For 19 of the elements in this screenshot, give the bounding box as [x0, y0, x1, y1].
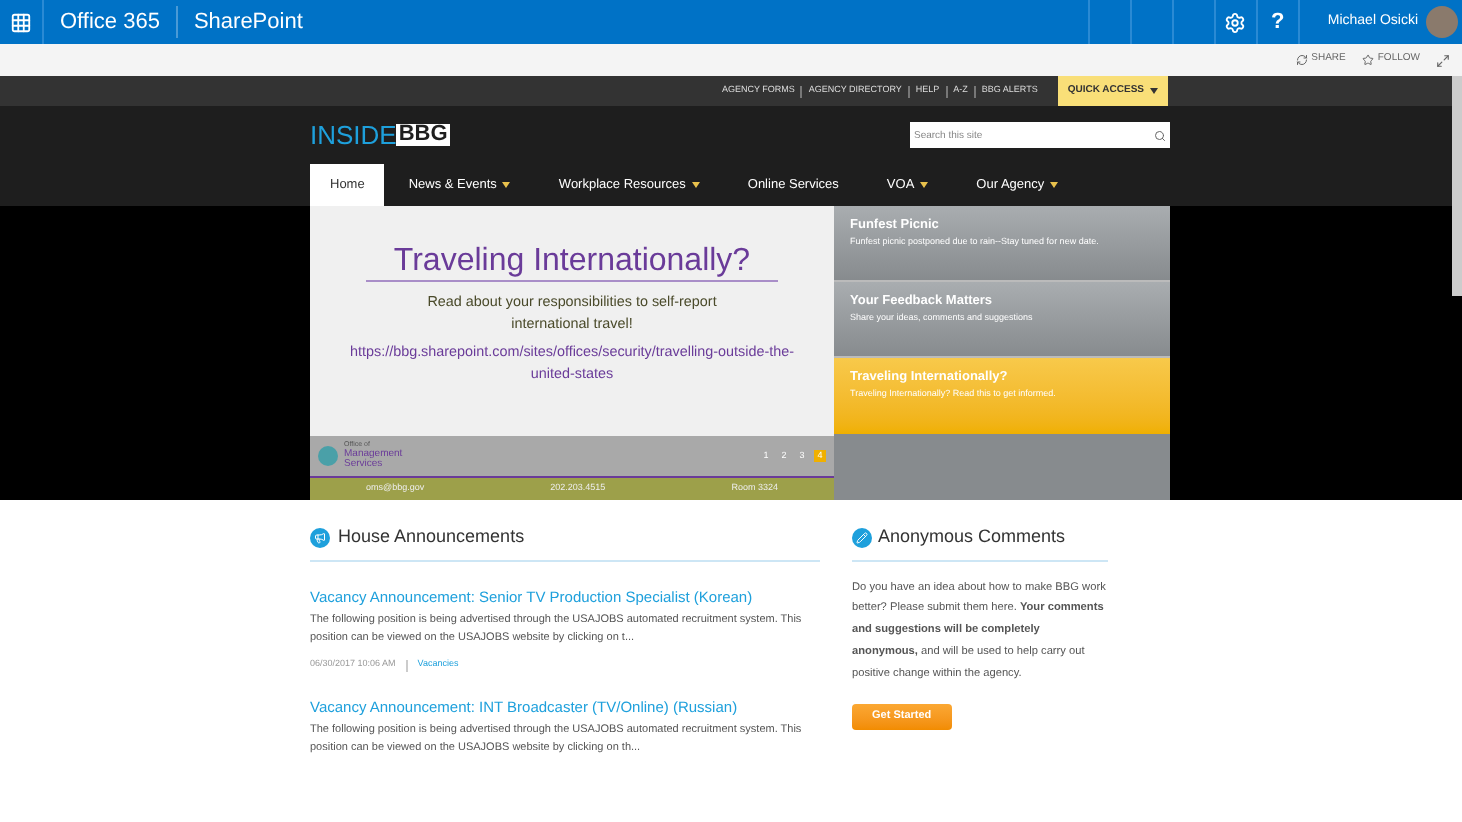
section-title: House Announcements: [338, 524, 525, 550]
app-name[interactable]: SharePoint: [177, 5, 319, 39]
pencil-icon: [852, 527, 872, 548]
refresh-icon: [1295, 54, 1308, 66]
caret-icon: [1150, 88, 1158, 94]
search-button[interactable]: [1150, 122, 1170, 148]
site-logo[interactable]: INSIDEBBG: [310, 122, 450, 148]
brand-name[interactable]: Office 365: [44, 5, 176, 39]
star-icon: [1361, 54, 1374, 66]
waffle-icon: [10, 11, 32, 33]
slide-title: Traveling Internationally?: [365, 242, 779, 283]
scrollbar[interactable]: [1452, 76, 1462, 296]
focus-icon[interactable]: [1436, 53, 1450, 67]
megaphone-icon: [310, 527, 330, 548]
banner-slide[interactable]: [310, 206, 834, 500]
search-icon: [1154, 129, 1166, 141]
settings-icon: [1224, 11, 1247, 33]
org-logo-icon: [318, 446, 338, 466]
section-title: Anonymous Comments: [878, 524, 1066, 550]
